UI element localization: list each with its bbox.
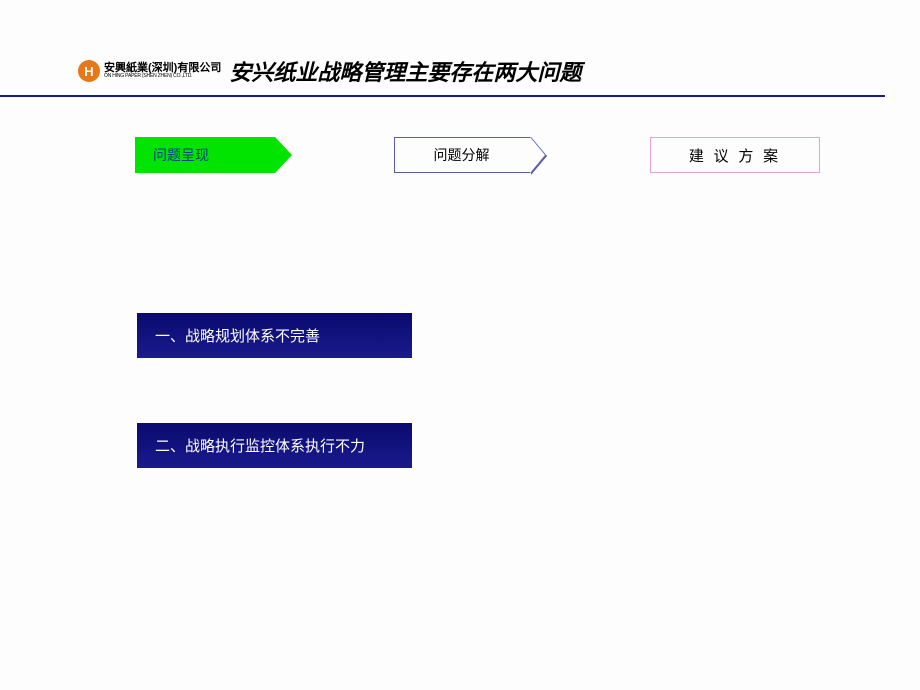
slide-header: H 安興紙業(深圳)有限公司 ON HING PAPER (SHEN ZHEN)… — [0, 0, 885, 97]
logo-letter: H — [84, 64, 93, 79]
issue-item-1: 一、战略规划体系不完善 — [137, 313, 412, 358]
logo-text-block: 安興紙業(深圳)有限公司 ON HING PAPER (SHEN ZHEN) C… — [104, 63, 221, 79]
tab-suggested-plan: 建 议 方 案 — [650, 137, 820, 173]
content-area: 一、战略规划体系不完善 二、战略执行监控体系执行不力 — [0, 173, 920, 468]
logo-company-en: ON HING PAPER (SHEN ZHEN) CO.,LTD. — [104, 74, 221, 79]
logo-icon: H — [78, 60, 100, 82]
tab-problem-breakdown: 问题分解 — [394, 137, 531, 173]
tab-problem-present: 问题呈现 — [135, 137, 275, 173]
company-logo: H 安興紙業(深圳)有限公司 ON HING PAPER (SHEN ZHEN)… — [78, 60, 221, 82]
slide-title: 安兴纸业战略管理主要存在两大问题 — [229, 55, 581, 87]
tab-label: 建 议 方 案 — [689, 145, 781, 166]
tab-label: 问题呈现 — [153, 145, 209, 165]
tab-label: 问题分解 — [434, 145, 490, 165]
process-tabs: 问题呈现 问题分解 建 议 方 案 — [0, 97, 920, 173]
issue-item-2: 二、战略执行监控体系执行不力 — [137, 423, 412, 468]
